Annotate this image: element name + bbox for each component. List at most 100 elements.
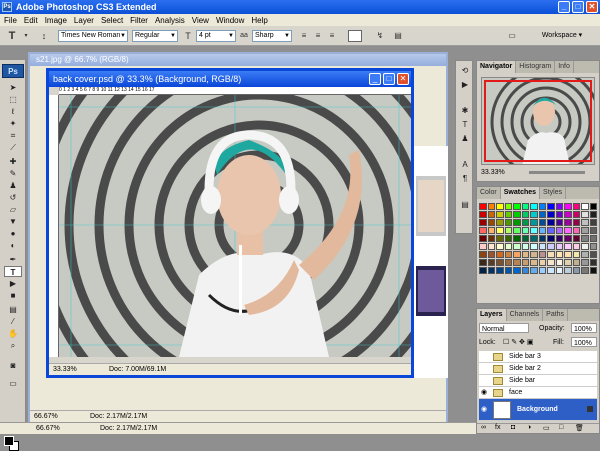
color-swatch[interactable] bbox=[538, 267, 546, 274]
tab-navigator[interactable]: Navigator bbox=[477, 61, 517, 73]
color-swatch[interactable] bbox=[555, 211, 563, 218]
layer-mask-icon[interactable]: ◘ bbox=[511, 424, 515, 431]
color-swatch[interactable] bbox=[572, 211, 580, 218]
color-swatch[interactable] bbox=[572, 251, 580, 258]
tab-paths[interactable]: Paths bbox=[543, 309, 569, 321]
doc-minimize-button[interactable]: _ bbox=[369, 73, 381, 85]
color-swatch[interactable] bbox=[538, 259, 546, 266]
color-swatch[interactable] bbox=[581, 219, 589, 226]
tab-swatches[interactable]: Swatches bbox=[500, 187, 541, 199]
color-swatch[interactable] bbox=[547, 203, 555, 210]
eraser-tool-icon[interactable]: ▱ bbox=[4, 204, 22, 215]
blur-tool-icon[interactable]: ● bbox=[4, 228, 22, 239]
color-swatch[interactable] bbox=[496, 211, 504, 218]
color-swatch[interactable] bbox=[479, 235, 487, 242]
layer-row[interactable]: Side bar bbox=[479, 375, 597, 387]
history-panel-icon[interactable]: ⟲ bbox=[458, 65, 472, 77]
color-swatch[interactable] bbox=[572, 259, 580, 266]
color-swatch[interactable] bbox=[513, 259, 521, 266]
doc-maximize-button[interactable]: □ bbox=[383, 73, 395, 85]
color-swatch[interactable] bbox=[555, 203, 563, 210]
color-swatch[interactable] bbox=[504, 251, 512, 258]
color-swatch[interactable] bbox=[496, 227, 504, 234]
document-title-front[interactable]: back cover.psd @ 33.3% (Background, RGB/… bbox=[49, 71, 411, 87]
color-swatch[interactable] bbox=[496, 267, 504, 274]
color-swatch[interactable] bbox=[521, 203, 529, 210]
color-swatch[interactable] bbox=[479, 259, 487, 266]
color-swatch[interactable] bbox=[530, 267, 538, 274]
color-swatch[interactable] bbox=[555, 251, 563, 258]
menu-select[interactable]: Select bbox=[101, 16, 123, 25]
color-swatch[interactable] bbox=[513, 211, 521, 218]
color-swatch[interactable] bbox=[530, 227, 538, 234]
color-swatch[interactable] bbox=[547, 235, 555, 242]
color-swatch[interactable] bbox=[581, 259, 589, 266]
color-swatch[interactable] bbox=[496, 243, 504, 250]
foreground-color-swatch[interactable] bbox=[4, 436, 14, 446]
color-swatch[interactable] bbox=[513, 219, 521, 226]
eyedropper-icon[interactable]: ⁄ bbox=[4, 316, 22, 327]
navigator-zoom[interactable]: 33.33% bbox=[481, 169, 505, 176]
navigator-preview[interactable] bbox=[481, 77, 595, 165]
color-swatch[interactable] bbox=[487, 203, 495, 210]
menu-edit[interactable]: Edit bbox=[24, 16, 38, 25]
shape-tool-icon[interactable]: ■ bbox=[4, 290, 22, 301]
horizontal-ruler[interactable]: 0 1 2 3 4 5 6 7 8 9 10 11 12 13 14 15 16… bbox=[59, 87, 411, 95]
color-swatch[interactable] bbox=[589, 227, 597, 234]
color-swatch[interactable] bbox=[521, 259, 529, 266]
layer-row[interactable]: Side bar 3 bbox=[479, 351, 597, 363]
menu-help[interactable]: Help bbox=[251, 16, 267, 25]
tab-histogram[interactable]: Histogram bbox=[516, 61, 556, 73]
zoom-level[interactable]: 66.67% bbox=[36, 423, 60, 435]
color-swatch[interactable] bbox=[555, 259, 563, 266]
color-swatch[interactable] bbox=[479, 243, 487, 250]
color-swatch[interactable] bbox=[487, 227, 495, 234]
color-swatch[interactable] bbox=[521, 243, 529, 250]
hand-tool-icon[interactable]: ✋ bbox=[4, 328, 22, 339]
color-swatch[interactable] bbox=[530, 243, 538, 250]
notes-tool-icon[interactable]: ▤ bbox=[4, 304, 22, 315]
dodge-tool-icon[interactable]: ◐ bbox=[4, 240, 22, 251]
fill-input[interactable]: 100% bbox=[571, 337, 597, 347]
link-layers-icon[interactable]: ∞ bbox=[481, 424, 486, 431]
font-family-select[interactable]: Times New Roman ▼ bbox=[58, 30, 128, 42]
menu-file[interactable]: File bbox=[4, 16, 17, 25]
color-swatch[interactable] bbox=[581, 203, 589, 210]
lasso-tool-icon[interactable]: ℓ bbox=[4, 106, 22, 117]
color-swatch[interactable] bbox=[530, 259, 538, 266]
color-swatch[interactable] bbox=[547, 251, 555, 258]
slice-tool-icon[interactable]: ⟋ bbox=[4, 142, 22, 153]
brush-tool-icon[interactable]: ✎ bbox=[4, 168, 22, 179]
color-swatch[interactable] bbox=[564, 235, 572, 242]
view-box[interactable] bbox=[484, 80, 592, 162]
font-size-select[interactable]: 4 pt ▼ bbox=[196, 30, 236, 42]
tab-layers[interactable]: Layers bbox=[477, 309, 507, 321]
color-swatch[interactable] bbox=[589, 251, 597, 258]
tool-presets-icon[interactable]: T bbox=[458, 119, 472, 131]
type-tool-icon[interactable]: T bbox=[6, 30, 18, 42]
crop-tool-icon[interactable]: ⌗ bbox=[4, 130, 22, 141]
color-swatch[interactable] bbox=[487, 219, 495, 226]
color-swatch[interactable] bbox=[513, 227, 521, 234]
workspace-button[interactable]: Workspace ▾ bbox=[530, 29, 594, 43]
color-swatch[interactable] bbox=[504, 243, 512, 250]
color-swatch[interactable] bbox=[487, 267, 495, 274]
visibility-eye-icon[interactable]: ◉ bbox=[481, 399, 489, 421]
color-swatch[interactable] bbox=[581, 211, 589, 218]
color-swatch[interactable] bbox=[521, 219, 529, 226]
align-right-icon[interactable]: ≡ bbox=[326, 30, 338, 42]
color-swatch[interactable] bbox=[564, 203, 572, 210]
color-swatch[interactable] bbox=[564, 219, 572, 226]
color-swatch[interactable] bbox=[589, 211, 597, 218]
color-swatch[interactable] bbox=[538, 203, 546, 210]
color-swatch[interactable] bbox=[513, 251, 521, 258]
pen-tool-icon[interactable]: ✒ bbox=[4, 254, 22, 265]
paint-bucket-icon[interactable]: ▼ bbox=[4, 216, 22, 227]
color-swatch[interactable] bbox=[504, 227, 512, 234]
color-swatch[interactable] bbox=[487, 243, 495, 250]
image-canvas[interactable] bbox=[59, 95, 411, 357]
new-layer-icon[interactable]: □ bbox=[559, 424, 563, 431]
visibility-eye-icon[interactable]: ◉ bbox=[481, 387, 489, 399]
color-swatch[interactable] bbox=[513, 235, 521, 242]
history-brush-icon[interactable]: ↺ bbox=[4, 192, 22, 203]
